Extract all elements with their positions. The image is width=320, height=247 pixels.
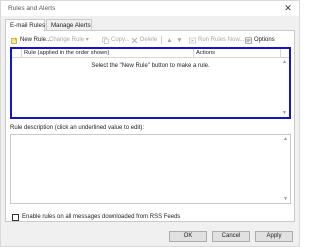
- column-header-rule[interactable]: Rule (applied in the order shown): [24, 50, 109, 56]
- desc-scroll-up-icon[interactable]: ▲: [283, 136, 288, 142]
- column-header-actions[interactable]: Actions: [196, 50, 215, 56]
- scroll-down-icon[interactable]: ▼: [282, 110, 287, 116]
- empty-rules-message: Select the "New Rule" button to make a r…: [91, 63, 210, 69]
- arrow-up-icon: ▲: [166, 36, 173, 44]
- options-button[interactable]: Options: [245, 35, 275, 45]
- rules-list[interactable]: Rule (applied in the order shown) Action…: [10, 47, 291, 119]
- toolbar-separator: [161, 36, 162, 44]
- delete-icon: [131, 37, 138, 44]
- copy-icon: [102, 36, 109, 44]
- tab-email-rules[interactable]: E-mail Rules: [5, 19, 45, 31]
- copy-rule-button[interactable]: Copy...: [102, 35, 130, 45]
- change-rule-label: Change Rule ▾: [49, 37, 89, 43]
- column-divider: [193, 49, 194, 58]
- change-rule-button[interactable]: Change Rule ▾: [49, 35, 89, 45]
- title-bar: Rules and Alerts ✕: [1, 1, 299, 16]
- move-down-button[interactable]: ▼: [176, 35, 183, 45]
- run-rules-icon: [189, 37, 196, 44]
- delete-rule-button[interactable]: Delete: [131, 35, 157, 45]
- arrow-down-icon: ▼: [176, 36, 183, 44]
- window-title: Rules and Alerts: [8, 5, 56, 12]
- options-label: Options: [254, 37, 275, 43]
- rule-description-label: Rule description (click an underlined va…: [10, 125, 145, 131]
- rss-checkbox-label[interactable]: Enable rules on all messages downloaded …: [22, 214, 180, 220]
- desc-scroll-down-icon[interactable]: ▼: [283, 196, 288, 202]
- delete-label: Delete: [140, 37, 158, 43]
- copy-label: Copy...: [111, 37, 130, 43]
- options-icon: [245, 37, 252, 44]
- rules-toolbar: New Rule... Change Rule ▾ Copy... Delete: [9, 35, 293, 45]
- new-rule-icon: [11, 36, 18, 44]
- run-rules-now-button[interactable]: Run Rules Now...: [189, 35, 244, 45]
- rules-and-alerts-dialog: Rules and Alerts ✕ E-mail Rules Manage A…: [0, 0, 300, 247]
- column-divider-end: [280, 49, 281, 58]
- rule-description-box[interactable]: ▲ ▼: [10, 134, 291, 204]
- new-rule-button[interactable]: New Rule...: [11, 35, 51, 45]
- apply-button[interactable]: Apply: [255, 231, 293, 242]
- rss-option-row: Enable rules on all messages downloaded …: [12, 213, 180, 221]
- dialog-body: E-mail Rules Manage Alerts New Rule... C…: [1, 16, 299, 246]
- run-rules-label: Run Rules Now...: [198, 37, 245, 43]
- close-icon[interactable]: ✕: [283, 3, 293, 13]
- tab-manage-alerts[interactable]: Manage Alerts: [46, 19, 92, 30]
- rules-list-header: Rule (applied in the order shown) Action…: [12, 49, 289, 58]
- cancel-button[interactable]: Cancel: [212, 231, 250, 242]
- email-rules-panel: New Rule... Change Rule ▾ Copy... Delete: [5, 30, 295, 222]
- rss-checkbox[interactable]: [12, 213, 19, 221]
- scroll-up-icon[interactable]: ▲: [282, 59, 287, 65]
- ok-button[interactable]: OK: [169, 231, 207, 242]
- new-rule-label: New Rule...: [20, 37, 52, 43]
- move-up-button[interactable]: ▲: [166, 35, 173, 45]
- checkbox-column-header: [12, 49, 22, 58]
